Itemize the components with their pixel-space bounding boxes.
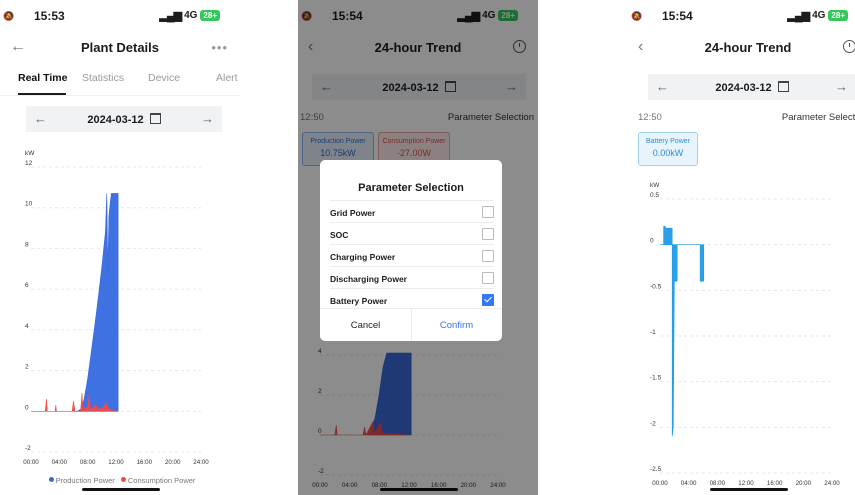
- battery-power-chart: 0.5 0 -0.5 -1 -1.5 -2 -2.5 kW 00:00 04:00 08:00 12:…: [650, 182, 840, 487]
- checkbox[interactable]: [482, 206, 494, 218]
- option-row[interactable]: Discharging Power: [330, 266, 494, 289]
- y-tick-label: -1.5: [650, 375, 662, 382]
- cancel-button[interactable]: Cancel: [320, 320, 411, 331]
- x-tick-label: 20:00: [796, 480, 812, 487]
- x-tick-label: 08:00: [80, 459, 96, 466]
- confirm-button[interactable]: Confirm: [411, 320, 502, 331]
- y-tick-label: 0: [650, 238, 654, 245]
- x-tick-label: 04:00: [681, 480, 697, 487]
- y-tick-label: 8: [25, 241, 29, 248]
- x-tick-label: 20:00: [165, 459, 181, 466]
- y-tick-label: 4: [25, 323, 29, 330]
- plant-details-screen: 15:53 🔕 ▂▄▆ 4G 28+ ← Plant Details ••• Real…: [0, 0, 240, 495]
- option-label: Grid Power: [330, 208, 376, 218]
- y-tick-label: -0.5: [650, 283, 662, 290]
- option-row[interactable]: SOC: [330, 222, 494, 245]
- chart-legend: Production Power Consumption Power: [0, 476, 240, 485]
- y-tick-label: 10: [25, 201, 33, 208]
- y-tick-label: 6: [25, 282, 29, 289]
- home-indicator: [82, 488, 160, 491]
- y-tick-label: 0: [25, 404, 29, 411]
- y-tick-label: -1: [650, 329, 656, 336]
- consumption-legend-dot: [120, 477, 126, 482]
- parameter-selection-dialog: Parameter Selection Grid Power SOC Charg…: [320, 160, 502, 341]
- option-label: Discharging Power: [330, 274, 407, 284]
- x-tick-label: 00:00: [23, 459, 39, 466]
- series-area: [75, 193, 119, 412]
- dialog-footer: Cancel Confirm: [320, 308, 502, 341]
- x-tick-label: 12:00: [108, 459, 124, 466]
- y-axis-unit: kW: [650, 182, 660, 189]
- trend-dialog-screen: 15:54 🔕 ▂▄▆ 4G 28+ ‹ 24-hour Trend ← 2024-0…: [298, 0, 538, 495]
- x-tick-label: 08:00: [710, 480, 726, 487]
- y-tick-label: 2: [25, 364, 29, 371]
- x-tick-label: 00:00: [652, 480, 668, 487]
- legend-consumption: Consumption Power: [127, 476, 196, 485]
- y-tick-label: 0.5: [650, 192, 659, 199]
- x-tick-label: 16:00: [767, 480, 783, 487]
- dialog-title: Parameter Selection: [358, 182, 464, 194]
- x-tick-label: 24:00: [824, 480, 840, 487]
- option-row[interactable]: Charging Power: [330, 244, 494, 267]
- x-tick-label: 16:00: [137, 459, 153, 466]
- checkbox[interactable]: [482, 228, 494, 240]
- checkbox[interactable]: [482, 250, 494, 262]
- y-tick-label: -2.5: [650, 466, 662, 473]
- option-label: Charging Power: [330, 252, 396, 262]
- y-tick-label: -2: [25, 445, 31, 452]
- checkbox[interactable]: [482, 272, 494, 284]
- real-time-power-chart: -2 0 2 4 6 8 10 12 kW 00:00 04:00 08:00 12:00 16:00 20…: [23, 150, 209, 466]
- battery-trend-screen: 15:54 🔕 ▂▄▆ 4G 28+ ‹ 24-hour Trend ← 2024-0…: [628, 0, 855, 495]
- y-tick-label: -2: [650, 420, 656, 427]
- option-label: SOC: [330, 230, 349, 240]
- x-tick-label: 04:00: [52, 459, 68, 466]
- production-legend-dot: [48, 477, 54, 482]
- y-tick-label: 12: [25, 160, 33, 167]
- x-tick-label: 12:00: [738, 480, 754, 487]
- home-indicator: [710, 488, 788, 491]
- series-area: [660, 226, 705, 437]
- option-row[interactable]: Grid Power: [330, 200, 494, 223]
- legend-production: Production Power: [55, 476, 115, 485]
- checkbox[interactable]: [482, 294, 494, 306]
- option-label: Battery Power: [330, 296, 388, 306]
- y-axis-unit: kW: [25, 150, 35, 157]
- x-tick-label: 24:00: [193, 459, 209, 466]
